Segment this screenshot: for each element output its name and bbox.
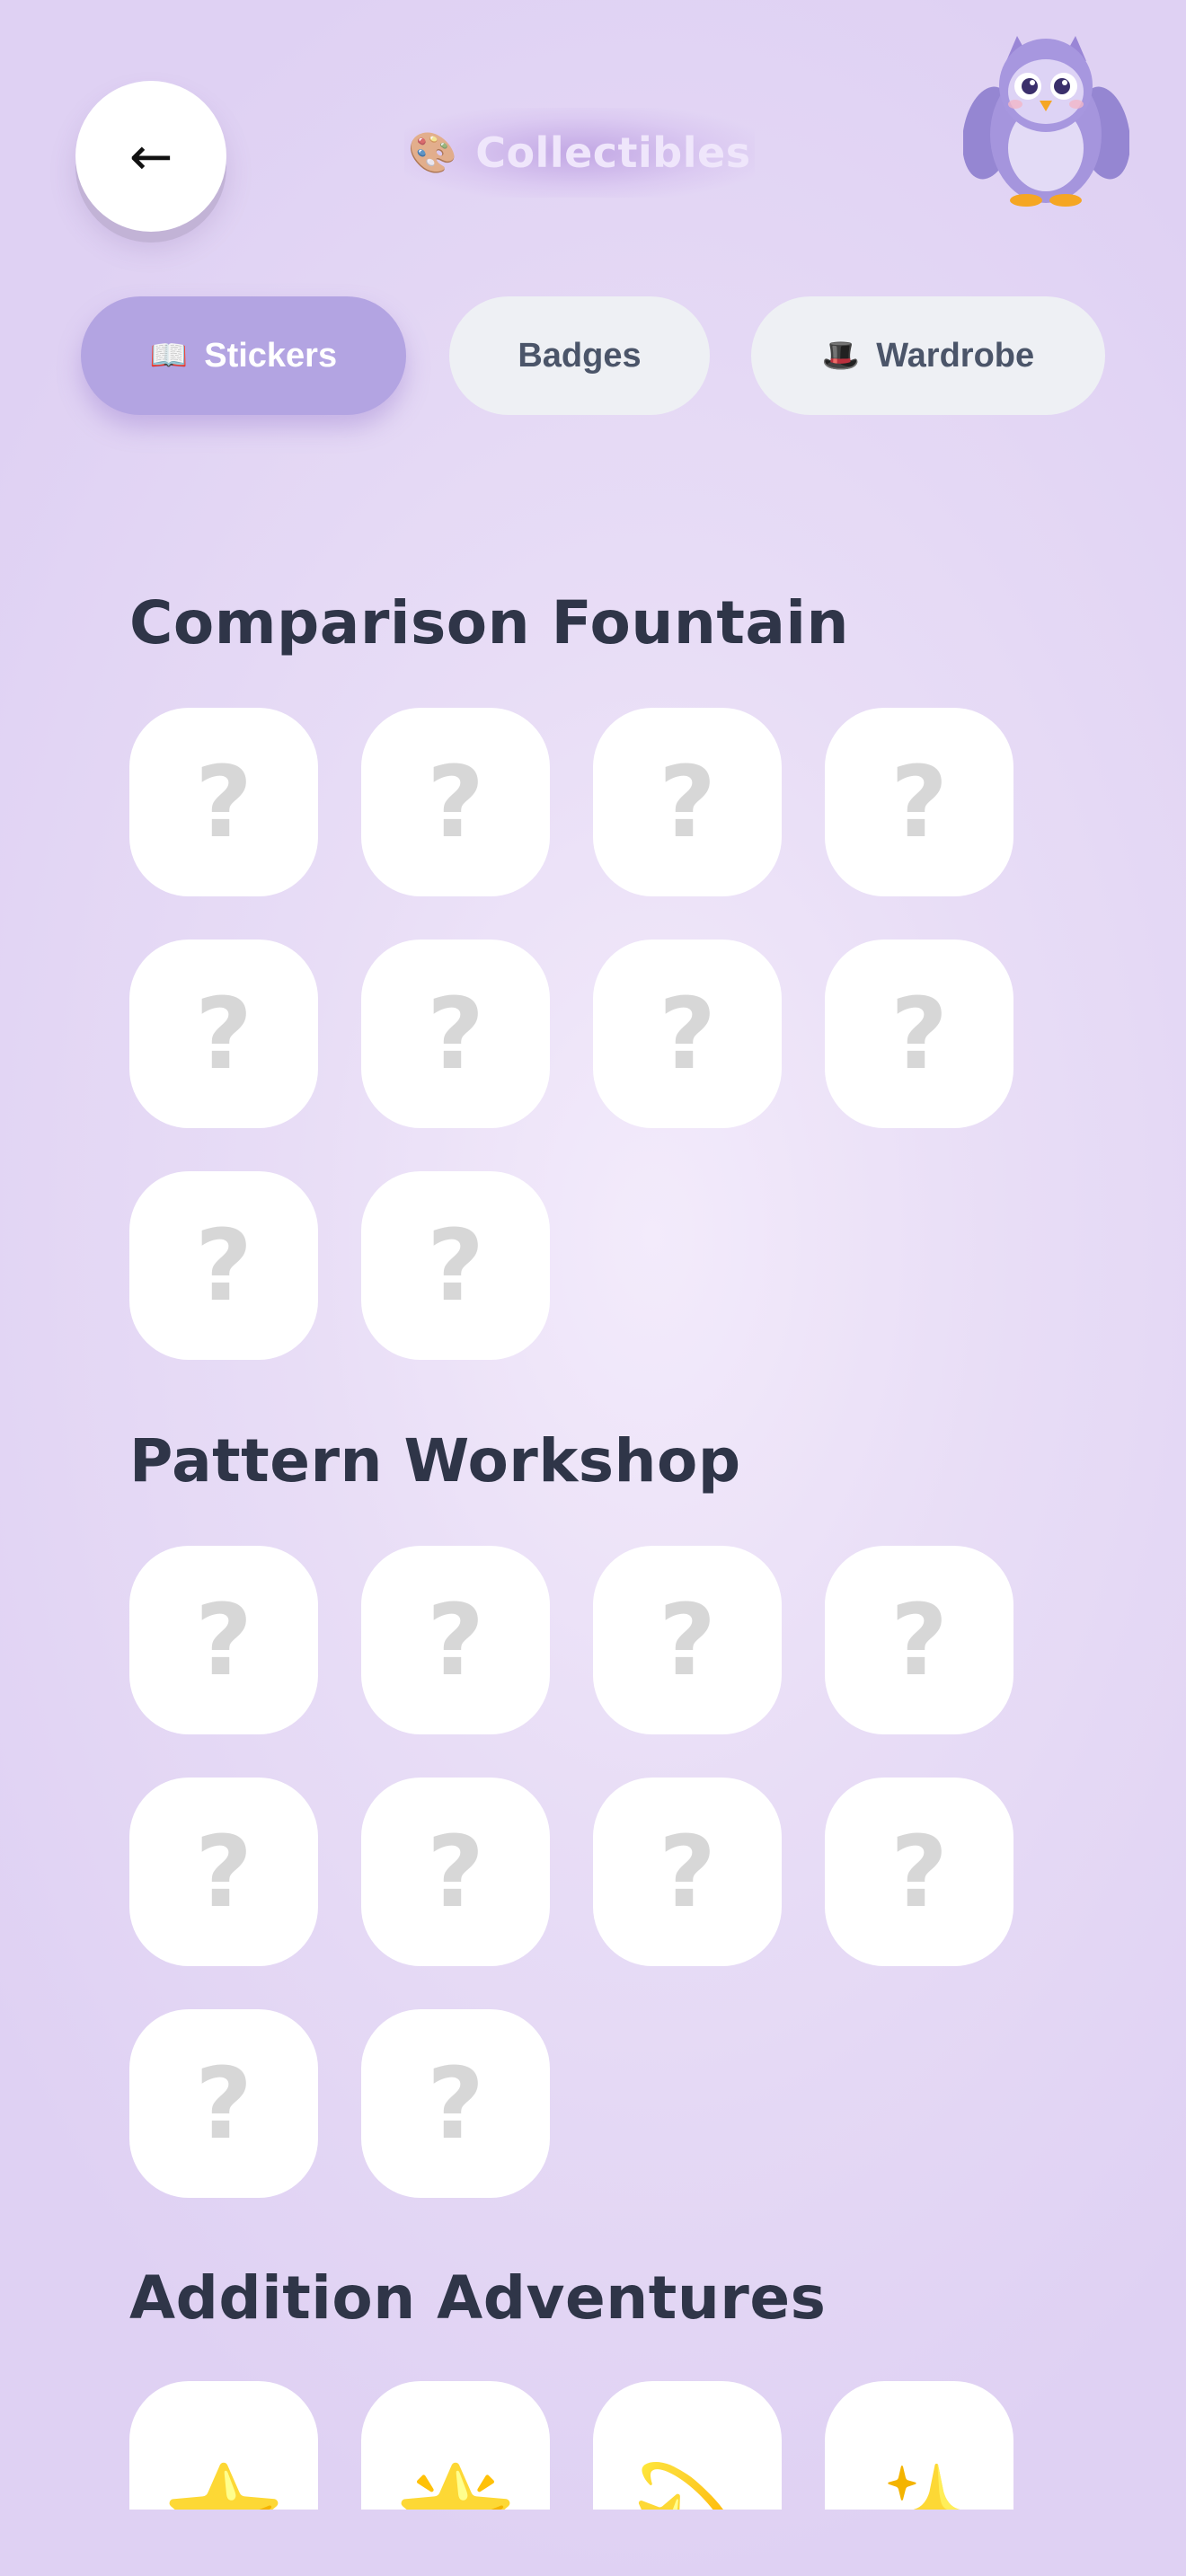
sticker-tile-glowing-star[interactable]: 🌟: [361, 2381, 550, 2510]
sticker-tile-locked[interactable]: ?: [129, 2009, 318, 2198]
sticker-tile-locked[interactable]: ?: [593, 708, 782, 896]
sticker-grid-clipped: ⭐ 🌟 💫 ✨: [0, 2371, 1186, 2510]
question-mark-icon: ?: [427, 976, 484, 1091]
question-mark-icon: ?: [195, 2046, 252, 2161]
question-mark-icon: ?: [659, 745, 716, 860]
sticker-tile-locked[interactable]: ?: [825, 940, 1013, 1128]
sticker-tile-locked[interactable]: ?: [361, 1778, 550, 1966]
section-title: Addition Adventures: [129, 2263, 827, 2333]
question-mark-icon: ?: [427, 1583, 484, 1698]
section-title: Pattern Workshop: [129, 1426, 741, 1495]
sticker-tile-locked[interactable]: ?: [593, 940, 782, 1128]
tab-label: Stickers: [204, 336, 338, 375]
sticker-tile-locked[interactable]: ?: [361, 940, 550, 1128]
sticker-tile-locked[interactable]: ?: [825, 708, 1013, 896]
top-hat-icon: 🎩: [821, 339, 861, 373]
question-mark-icon: ?: [890, 745, 948, 860]
sticker-tile-locked[interactable]: ?: [593, 1546, 782, 1734]
tab-label: Badges: [518, 336, 642, 375]
question-mark-icon: ?: [890, 976, 948, 1091]
back-arrow-icon: ←: [128, 126, 173, 187]
question-mark-icon: ?: [195, 1814, 252, 1929]
tab-badges[interactable]: Badges: [449, 296, 710, 415]
sticker-tile-locked[interactable]: ?: [593, 1778, 782, 1966]
sticker-tile-locked[interactable]: ?: [361, 708, 550, 896]
question-mark-icon: ?: [890, 1814, 948, 1929]
palette-icon: 🎨: [408, 130, 458, 176]
section-title: Comparison Fountain: [129, 588, 850, 657]
sticker-tile-locked[interactable]: ?: [361, 1171, 550, 1360]
sticker-tile-locked[interactable]: ?: [129, 1778, 318, 1966]
sticker-tile-locked[interactable]: ?: [129, 708, 318, 896]
sticker-tile-locked[interactable]: ?: [825, 1778, 1013, 1966]
tab-wardrobe[interactable]: 🎩 Wardrobe: [751, 296, 1105, 415]
tab-label: Wardrobe: [876, 336, 1035, 375]
sticker-tile-sparkles[interactable]: ✨: [825, 2381, 1013, 2510]
tab-stickers[interactable]: 📖 Stickers: [81, 296, 406, 415]
back-button[interactable]: ←: [75, 81, 226, 232]
question-mark-icon: ?: [659, 976, 716, 1091]
page-title-text: Collectibles: [475, 128, 751, 177]
question-mark-icon: ?: [195, 976, 252, 1091]
question-mark-icon: ?: [195, 1208, 252, 1323]
question-mark-icon: ?: [195, 1583, 252, 1698]
owl-mascot-icon[interactable]: [963, 27, 1129, 211]
question-mark-icon: ?: [427, 1814, 484, 1929]
page-title: 🎨 Collectibles: [404, 108, 755, 198]
question-mark-icon: ?: [659, 1583, 716, 1698]
sticker-tile-locked[interactable]: ?: [129, 1171, 318, 1360]
sparkles-icon: ✨: [858, 2466, 981, 2510]
glowing-star-icon: 🌟: [394, 2466, 518, 2510]
sticker-tile-dizzy[interactable]: 💫: [593, 2381, 782, 2510]
star-icon: ⭐: [163, 2466, 286, 2510]
sticker-tile-locked[interactable]: ?: [129, 1546, 318, 1734]
question-mark-icon: ?: [427, 745, 484, 860]
question-mark-icon: ?: [659, 1814, 716, 1929]
question-mark-icon: ?: [427, 2046, 484, 2161]
dizzy-star-icon: 💫: [626, 2466, 749, 2510]
sticker-tile-star[interactable]: ⭐: [129, 2381, 318, 2510]
book-icon: 📖: [149, 339, 189, 373]
question-mark-icon: ?: [427, 1208, 484, 1323]
question-mark-icon: ?: [195, 745, 252, 860]
sticker-tile-locked[interactable]: ?: [129, 940, 318, 1128]
sticker-tile-locked[interactable]: ?: [361, 1546, 550, 1734]
sticker-tile-locked[interactable]: ?: [361, 2009, 550, 2198]
sticker-tile-locked[interactable]: ?: [825, 1546, 1013, 1734]
question-mark-icon: ?: [890, 1583, 948, 1698]
